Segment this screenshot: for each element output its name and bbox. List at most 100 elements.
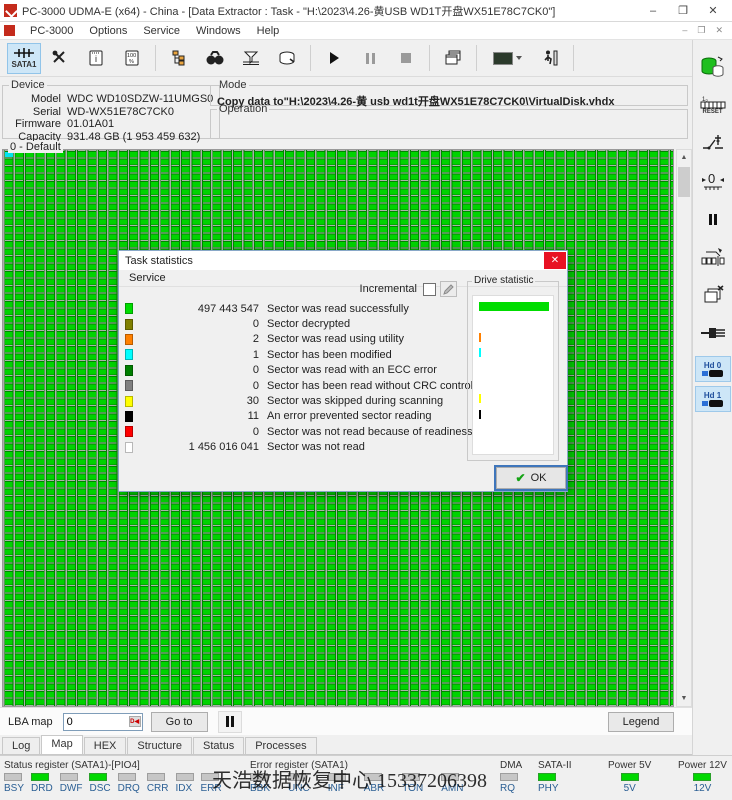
stop-button[interactable] <box>389 43 423 74</box>
structure-tree-button[interactable] <box>162 43 196 74</box>
toolbar-separator <box>476 45 477 71</box>
reset-label: RESET <box>702 109 723 115</box>
map-scrollbar[interactable]: ▲ ▼ <box>676 149 692 707</box>
maximize-button[interactable]: ❐ <box>668 1 698 21</box>
led-12v <box>693 773 712 781</box>
legend-button[interactable]: Legend <box>608 711 674 732</box>
exit-button[interactable] <box>533 43 567 74</box>
power-control-button[interactable] <box>696 128 730 158</box>
lba-map-label: LBA map <box>8 715 53 728</box>
statistics-list: 497 443 547 Sector was read successfully … <box>123 301 495 455</box>
scroll-up-icon[interactable]: ▲ <box>677 150 691 165</box>
ok-button[interactable]: ✔ OK <box>494 465 568 491</box>
led-dsc <box>89 773 108 781</box>
mdi-child-icon <box>4 25 15 36</box>
connector-button[interactable] <box>696 318 730 348</box>
task-info-button[interactable]: i <box>79 43 113 74</box>
led-crr <box>146 773 165 781</box>
bottom-tab-bar: Log Map HEX Structure Status Processes <box>0 735 692 755</box>
start-button[interactable] <box>317 43 351 74</box>
close-button[interactable]: ✕ <box>698 1 728 21</box>
dma-group: DMA RQ <box>500 760 523 794</box>
scrollbar-thumb[interactable] <box>678 167 690 197</box>
map-group-label: 0 - Default <box>8 141 63 153</box>
scroll-down-icon[interactable]: ▼ <box>677 691 691 706</box>
map-view-button[interactable] <box>483 43 531 74</box>
incremental-checkbox[interactable] <box>423 282 436 296</box>
mode-panel-title: Mode <box>219 79 247 91</box>
map-pause-button[interactable] <box>217 710 242 733</box>
drive-statistic-panel: Drive statistic <box>467 275 559 461</box>
tab-map[interactable]: Map <box>41 735 83 754</box>
close-windows-button[interactable] <box>696 280 730 310</box>
script-info-icon: i <box>89 50 103 66</box>
tab-structure[interactable]: Structure <box>127 737 193 754</box>
main-toolbar: SATA1 i 100% <box>0 40 692 77</box>
device-row-serial: Serial WD-WX51E78C7CK0 <box>32 105 174 118</box>
menu-windows[interactable]: Windows <box>188 25 249 37</box>
menu-service[interactable]: Service <box>135 25 188 37</box>
drive-bar-skipped <box>479 394 481 403</box>
reset-button[interactable]: 1₀ RESET <box>696 90 730 120</box>
svg-text:%: % <box>129 59 134 65</box>
zero-track-button[interactable]: 0 <box>696 166 730 196</box>
device-panel-title: Device <box>11 79 45 91</box>
zero-ruler-icon: 0 <box>701 171 724 190</box>
report-button[interactable]: 100% <box>115 43 149 74</box>
stat-row-not-read: 1 456 016 041 Sector was not read <box>123 440 459 455</box>
tab-hex[interactable]: HEX <box>83 737 127 754</box>
merge-button[interactable] <box>234 43 268 74</box>
ok-label: OK <box>530 472 547 484</box>
disk-image-button[interactable] <box>270 43 304 74</box>
sidebar-pause-button[interactable] <box>696 204 730 234</box>
pause-button[interactable] <box>353 43 387 74</box>
tools-button[interactable] <box>43 43 77 74</box>
goto-button[interactable]: Go to <box>150 711 208 732</box>
lba-calc-icon[interactable]: D◀ <box>128 715 141 727</box>
stat-row-skipped: 30 Sector was skipped during scanning <box>123 393 459 408</box>
dialog-close-button[interactable]: ✕ <box>544 252 566 269</box>
tab-log[interactable]: Log <box>2 737 41 754</box>
ata-connector-icon <box>700 328 725 338</box>
menu-help[interactable]: Help <box>249 25 288 37</box>
toolbar-separator <box>573 45 574 71</box>
dialog-menu-service[interactable]: Service <box>125 272 170 284</box>
menu-pc3000[interactable]: PC-3000 <box>22 25 81 37</box>
window-title: PC-3000 UDMA-E (x64) - China - [Data Ext… <box>22 5 556 18</box>
toolbar-separator <box>310 45 311 71</box>
minimize-button[interactable]: – <box>638 1 668 21</box>
lba-bar: LBA map D◀ Go to Legend <box>0 707 692 735</box>
led-dwf <box>59 773 78 781</box>
led-idx <box>175 773 194 781</box>
tab-processes[interactable]: Processes <box>245 737 317 754</box>
led-phy <box>538 773 556 781</box>
edit-statistics-button[interactable] <box>440 281 457 297</box>
port-sata1-button[interactable]: SATA1 <box>7 42 41 74</box>
hd0-button[interactable]: Hd 0 <box>694 356 731 382</box>
mode-panel: Mode Copy data to"H:\2023\4.26-黄 usb wd1… <box>210 79 688 108</box>
dialog-title-bar[interactable]: Task statistics ✕ <box>119 251 567 270</box>
drive-statistic-chart <box>472 295 554 455</box>
windows-cascade-button[interactable] <box>436 43 470 74</box>
hd0-drive-icon <box>701 370 724 377</box>
close-windows-icon <box>704 285 723 303</box>
led-bsy <box>4 773 22 781</box>
reset-chip-icon: 1₀ <box>700 97 725 109</box>
menu-options[interactable]: Options <box>81 25 135 37</box>
stat-row-read-utility: 2 Sector was read using utility <box>123 332 459 347</box>
disk-image-sidebar-button[interactable] <box>696 52 730 82</box>
circuit-switch-icon <box>702 135 723 150</box>
search-button[interactable] <box>198 43 232 74</box>
tab-status[interactable]: Status <box>193 737 245 754</box>
hd1-button[interactable]: Hd 1 <box>694 386 731 412</box>
mdi-minimize-button[interactable]: – <box>677 25 692 36</box>
play-icon <box>329 52 339 64</box>
power5v-group: Power 5V 5V <box>608 760 652 794</box>
mdi-restore-button[interactable]: ❐ <box>692 25 710 36</box>
stop-icon <box>401 53 411 63</box>
mdi-close-button[interactable]: ✕ <box>710 25 728 36</box>
test-oscilloscope-button[interactable] <box>696 242 730 272</box>
hd0-label: Hd 0 <box>703 361 722 370</box>
operation-panel: Operation <box>210 103 688 139</box>
cascade-windows-icon <box>445 50 461 65</box>
